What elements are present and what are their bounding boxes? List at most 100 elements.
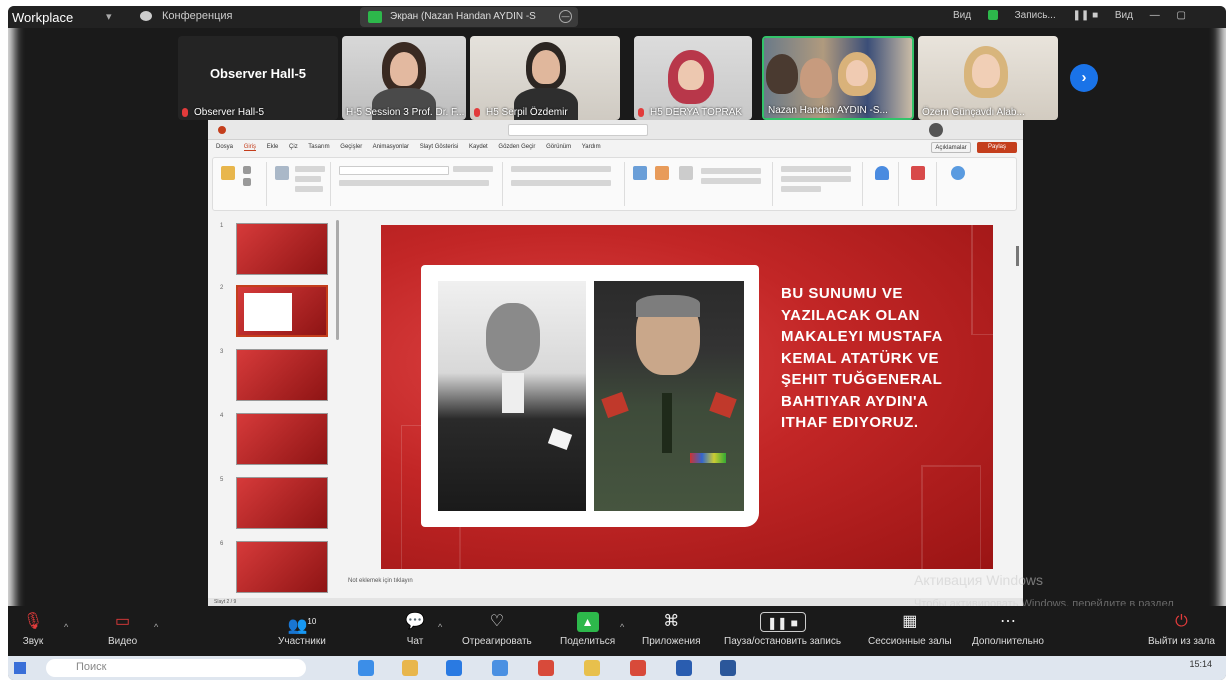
replace-button[interactable] [781, 176, 851, 182]
system-tray[interactable]: 15:14 [1189, 659, 1212, 669]
new-slide-icon[interactable] [275, 166, 289, 180]
tab-gecisler[interactable]: Geçişler [340, 144, 362, 150]
slide-thumbnail[interactable] [236, 541, 328, 593]
video-button[interactable]: ▭ Видео [108, 612, 137, 647]
paste-icon[interactable] [221, 166, 235, 180]
select-button[interactable] [781, 186, 821, 192]
apps-icon: ⌘ [663, 613, 680, 630]
tab-dosya[interactable]: Dosya [216, 144, 233, 150]
conference-icon [140, 11, 152, 21]
next-participants-button[interactable]: › [1070, 64, 1098, 92]
chat-button[interactable]: 💬 Чат [404, 612, 426, 647]
tab-slayt-gosterisi[interactable]: Slayt Gösterisi [420, 144, 459, 150]
close-icon[interactable]: — [559, 10, 572, 23]
app-dropdown-chevron-icon[interactable]: ▾ [106, 10, 112, 23]
tab-ekle[interactable]: Ekle [267, 144, 279, 150]
tab-giris[interactable]: Giriş [243, 144, 257, 151]
avatar[interactable] [929, 123, 943, 137]
ribbon-button[interactable] [701, 168, 761, 174]
share-button[interactable]: Paylaş [977, 142, 1017, 153]
participant-tile[interactable]: Özem Günçavdı Alab... [918, 36, 1058, 120]
shield-icon[interactable] [987, 10, 998, 21]
paragraph-buttons[interactable] [511, 166, 611, 172]
minimize-icon[interactable]: — [1150, 10, 1160, 21]
participant-tile[interactable]: H5 DERYA TOPRAK [634, 36, 752, 120]
shapes-icon[interactable] [633, 166, 647, 180]
chrome-icon[interactable] [584, 660, 600, 676]
font-name-select[interactable] [339, 166, 449, 175]
word-icon[interactable] [720, 660, 736, 676]
zoom-icon[interactable] [492, 660, 508, 676]
mail-icon[interactable] [446, 660, 462, 676]
slide-thumbnail[interactable] [236, 413, 328, 465]
shared-screen[interactable]: Dosya Giriş Ekle Çiz Tasarım Geçişler An… [208, 120, 1023, 606]
slide-thumbnail[interactable] [236, 349, 328, 401]
find-button[interactable] [781, 166, 851, 172]
tab-ciz[interactable]: Çiz [289, 144, 298, 150]
chat-options-chevron-icon[interactable]: ^ [438, 622, 442, 632]
word-icon[interactable] [676, 660, 692, 676]
windows-start-icon[interactable] [14, 662, 26, 674]
slide-thumbnail[interactable] [236, 223, 328, 275]
current-slide[interactable]: BU SUNUMU VE YAZILACAK OLAN MAKALEYI MUS… [381, 225, 993, 569]
participant-tile-active[interactable]: Nazan Handan AYDIN -S... [762, 36, 914, 120]
leave-icon: ⏻ [1175, 613, 1188, 630]
copilot-icon[interactable] [951, 166, 965, 180]
slide-thumbnail-selected[interactable] [236, 285, 328, 337]
cut-icon[interactable] [243, 166, 251, 174]
ribbon-button[interactable] [701, 178, 761, 184]
audio-button[interactable]: 🎙 Звук [22, 612, 44, 647]
toolbar-label: Пауза/остановить запись [724, 636, 842, 647]
taskbar-search-input[interactable]: Поиск [46, 659, 306, 677]
layout-label[interactable]: Вид [1115, 10, 1133, 21]
leave-button[interactable]: ⏻ Выйти из зала [1148, 612, 1215, 647]
video-options-chevron-icon[interactable]: ^ [154, 622, 158, 632]
tab-gozden-gecir[interactable]: Gözden Geçir [498, 144, 535, 150]
paragraph-buttons[interactable] [511, 180, 611, 186]
tab-kaydet[interactable]: Kaydet [469, 144, 488, 150]
edge-icon[interactable] [358, 660, 374, 676]
designer-icon[interactable] [911, 166, 925, 180]
powerpoint-icon[interactable] [538, 660, 554, 676]
tab-tasarim[interactable]: Tasarım [308, 144, 329, 150]
copy-icon[interactable] [243, 178, 251, 186]
view-label[interactable]: Вид [953, 10, 971, 21]
file-explorer-icon[interactable] [402, 660, 418, 676]
slide-thumbnail[interactable] [236, 477, 328, 529]
speaker-notes[interactable]: Not eklemek için tıklayın [348, 578, 413, 584]
quick-styles-icon[interactable] [679, 166, 693, 180]
powerpoint-logo-icon [218, 126, 226, 134]
dictate-icon[interactable] [875, 166, 889, 180]
font-size-select[interactable] [453, 166, 493, 172]
decorative-line [921, 465, 981, 569]
tab-yardim[interactable]: Yardım [582, 144, 601, 150]
conference-menu[interactable]: Конференция [162, 10, 232, 22]
arrange-icon[interactable] [655, 166, 669, 180]
pause-icon[interactable]: ❚❚ ■ [1073, 10, 1099, 21]
tab-animasyonlar[interactable]: Animasyonlar [373, 144, 409, 150]
thumbnail-scrollbar[interactable] [336, 220, 339, 340]
participant-tile[interactable]: Observer Hall-5 Observer Hall-5 [178, 36, 338, 120]
more-button[interactable]: ⋯ Дополнительно [972, 612, 1044, 647]
recording-label[interactable]: Запись... [1015, 10, 1056, 21]
slide-scrollbar[interactable] [1016, 246, 1019, 266]
share-screen-button[interactable]: ▲ Поделиться [560, 612, 615, 647]
record-button[interactable]: ❚❚ ■ Пауза/остановить запись [724, 612, 841, 647]
participant-tile[interactable]: H5 Serpil Özdemir [470, 36, 620, 120]
share-options-chevron-icon[interactable]: ^ [620, 622, 624, 632]
audio-options-chevron-icon[interactable]: ^ [64, 622, 68, 632]
apps-button[interactable]: ⌘ Приложения [642, 612, 701, 647]
window-tab[interactable]: Экран (Nazan Handan AYDIN -S — [360, 7, 578, 27]
search-input[interactable] [508, 124, 648, 136]
maximize-icon[interactable]: ▢ [1177, 10, 1186, 21]
decorative-line [971, 225, 993, 335]
participants-button[interactable]: 👥10 Участники [278, 612, 326, 647]
breakout-rooms-button[interactable]: ▦ Сессионные залы [868, 612, 952, 647]
participant-tile[interactable]: H-5 Session 3 Prof. Dr. F... [342, 36, 466, 120]
muted-mic-icon [182, 107, 188, 117]
tab-gorunum[interactable]: Görünüm [546, 144, 571, 150]
app-icon[interactable] [630, 660, 646, 676]
font-format-buttons[interactable] [339, 180, 489, 186]
react-button[interactable]: ♡ Отреагировать [462, 612, 532, 647]
comments-button[interactable]: Açıklamalar [931, 142, 971, 153]
